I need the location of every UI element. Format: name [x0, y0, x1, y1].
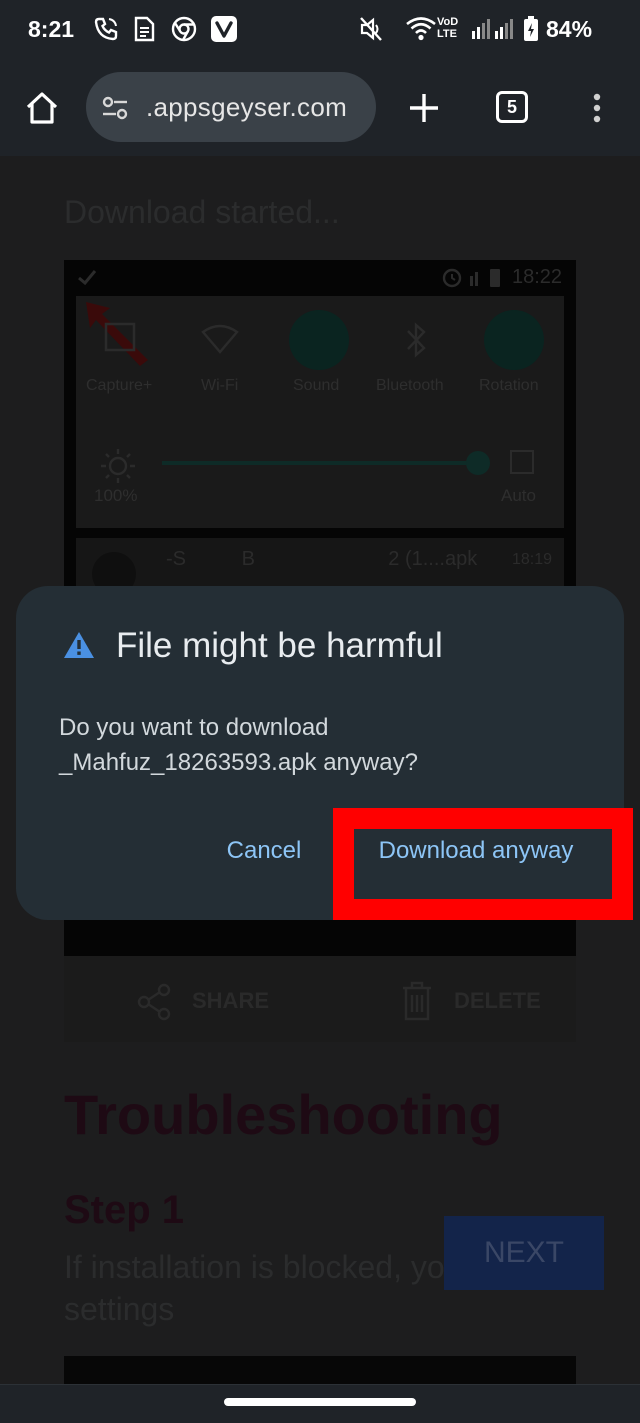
alarm-signal-battery-icon: [440, 266, 504, 290]
troubleshooting-heading: Troubleshooting: [64, 1083, 503, 1146]
step-heading: Step 1: [64, 1188, 185, 1232]
warning-icon: [62, 630, 96, 660]
check-icon: [76, 268, 98, 288]
chrome-icon: [170, 14, 198, 44]
battery-percent: 84%: [546, 16, 593, 42]
mute-icon: [358, 14, 384, 44]
sound-setting-icon: [289, 310, 349, 370]
home-icon[interactable]: [22, 88, 62, 128]
notification-time: 18:19: [512, 551, 553, 568]
vivaldi-icon: [210, 14, 238, 44]
wifi-icon: [404, 14, 438, 44]
share-icon: [136, 982, 174, 1022]
home-gesture-handle[interactable]: [224, 1398, 416, 1406]
next-button[interactable]: NEXT: [444, 1216, 604, 1290]
status-time: 8:21: [28, 16, 75, 42]
brightness-slider: [162, 461, 478, 465]
brightness-icon: [98, 446, 138, 486]
qs-label-sound: Sound: [293, 377, 340, 394]
auto-label: Auto: [501, 486, 536, 505]
qs-label-capture: Capture+: [86, 377, 153, 394]
screenshot-time: 18:22: [512, 266, 563, 288]
battery-icon: [522, 14, 540, 44]
tab-switcher-button[interactable]: 5: [496, 91, 528, 123]
delete-icon: [400, 980, 434, 1022]
tab-count: 5: [506, 96, 517, 117]
red-arrow-icon: [82, 298, 152, 368]
new-tab-icon[interactable]: [404, 88, 444, 128]
signal-icon: [470, 14, 516, 44]
delete-label: DELETE: [454, 988, 541, 1013]
qs-label-wifi: Wi-Fi: [201, 377, 239, 394]
cancel-button[interactable]: Cancel: [214, 830, 314, 872]
rotation-setting-icon: [484, 310, 544, 370]
call-icon: [92, 14, 120, 44]
dialog-title: File might be harmful: [116, 626, 443, 665]
volte-icon: VoD LTE: [437, 16, 459, 40]
url-text[interactable]: .appsgeyser.com: [146, 92, 347, 123]
brightness-value: 100%: [94, 486, 138, 505]
auto-checkbox: [510, 450, 534, 474]
qs-label-bluetooth: Bluetooth: [376, 377, 444, 394]
download-anyway-button[interactable]: Download anyway: [362, 830, 590, 872]
more-menu-icon[interactable]: [588, 92, 606, 124]
share-label: SHARE: [192, 988, 270, 1013]
notification-file: -S B 2 (1....apk: [166, 548, 478, 570]
second-screenshot: [64, 1356, 576, 1384]
wifi-setting-icon: [200, 322, 240, 356]
qs-label-rotation: Rotation: [479, 377, 539, 394]
page-heading: Download started...: [64, 194, 340, 230]
document-icon: [132, 14, 158, 44]
dialog-message: Do you want to download _Mahfuz_18263593…: [59, 714, 418, 776]
brightness-thumb: [466, 451, 490, 475]
bluetooth-setting-icon: [402, 320, 430, 360]
site-settings-icon[interactable]: [100, 94, 130, 122]
